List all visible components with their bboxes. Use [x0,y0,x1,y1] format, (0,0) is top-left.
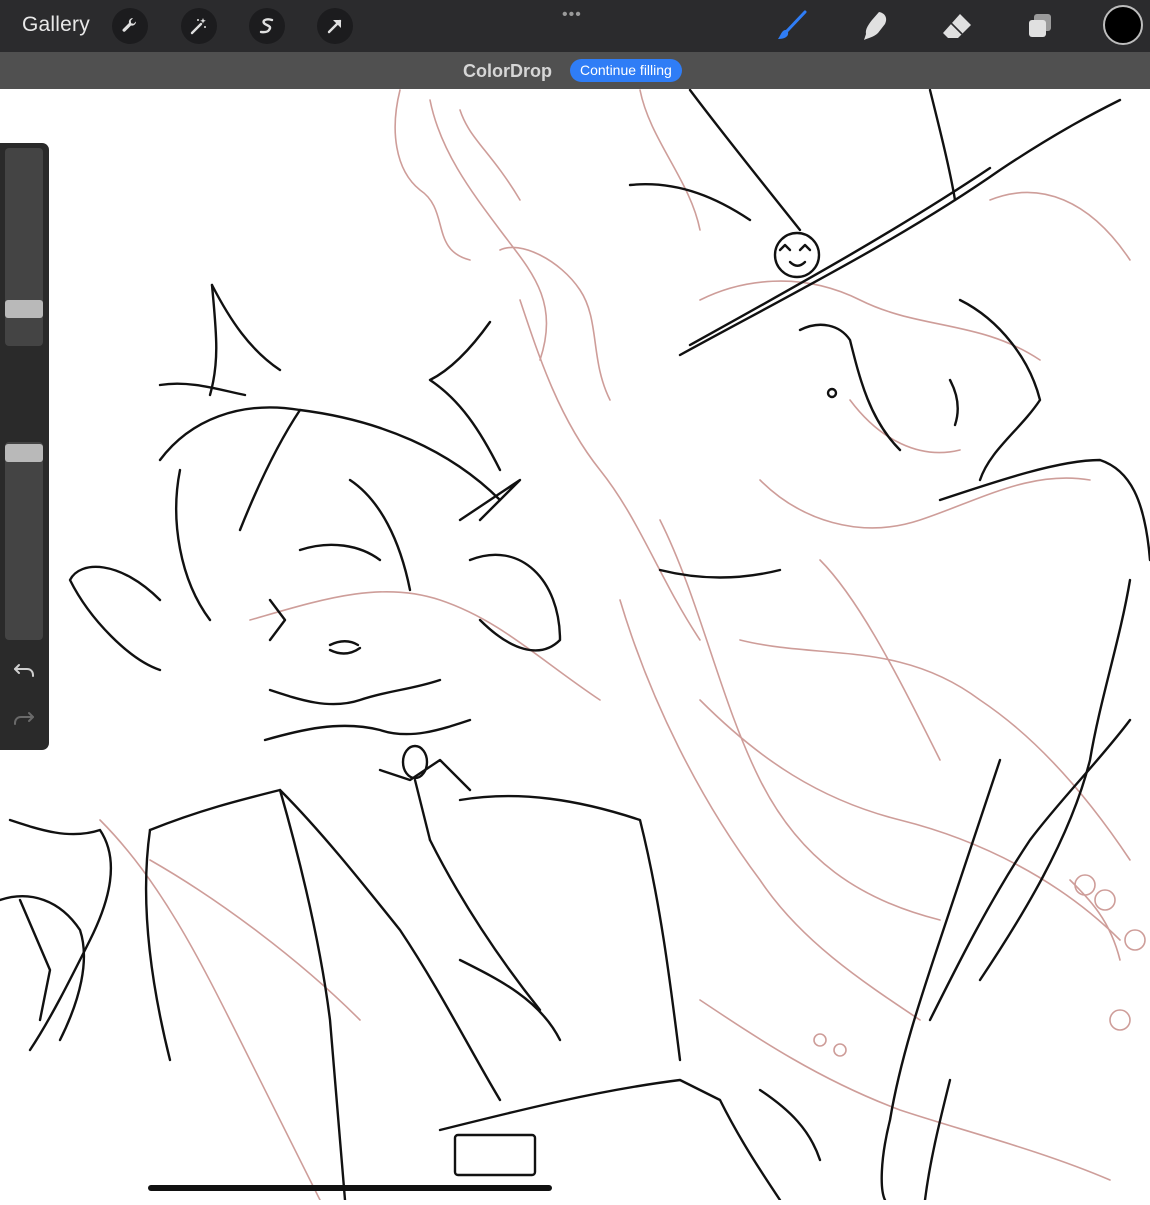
magic-wand-icon [190,18,206,35]
more-dots-handle[interactable]: ••• [562,6,582,24]
home-indicator[interactable] [148,1185,552,1191]
brush-sidebar [0,143,49,750]
adjustments-button[interactable] [181,8,217,44]
actions-button[interactable] [112,8,148,44]
sketch-artwork [0,88,1150,1202]
eraser-icon [943,14,971,38]
brush-tool-button[interactable] [772,8,812,44]
smudge-tool-button[interactable] [855,8,895,44]
brush-icon [778,10,807,39]
redo-icon [14,712,34,725]
continue-filling-button[interactable]: Continue filling [570,59,682,82]
gallery-button[interactable]: Gallery [22,13,90,37]
wrench-icon [122,17,137,32]
smudge-finger-icon [864,12,887,40]
drawing-canvas[interactable] [0,88,1150,1202]
color-picker-button[interactable] [1103,5,1143,45]
selection-s-icon [259,18,274,34]
brush-size-slider[interactable] [5,148,43,346]
colordrop-title: ColorDrop [463,61,552,81]
undo-icon [14,664,34,677]
undo-button[interactable] [10,656,38,684]
selection-button[interactable] [249,8,285,44]
brush-size-handle[interactable] [5,300,43,318]
opacity-handle[interactable] [5,444,43,462]
layers-icon [1029,14,1051,37]
eraser-tool-button[interactable] [937,8,977,44]
top-toolbar: Gallery ••• [0,0,1150,52]
redo-button[interactable] [10,704,38,732]
transform-button[interactable] [317,8,353,44]
layers-button[interactable] [1020,8,1060,44]
arrow-cursor-icon [327,19,342,34]
opacity-slider[interactable] [5,442,43,640]
